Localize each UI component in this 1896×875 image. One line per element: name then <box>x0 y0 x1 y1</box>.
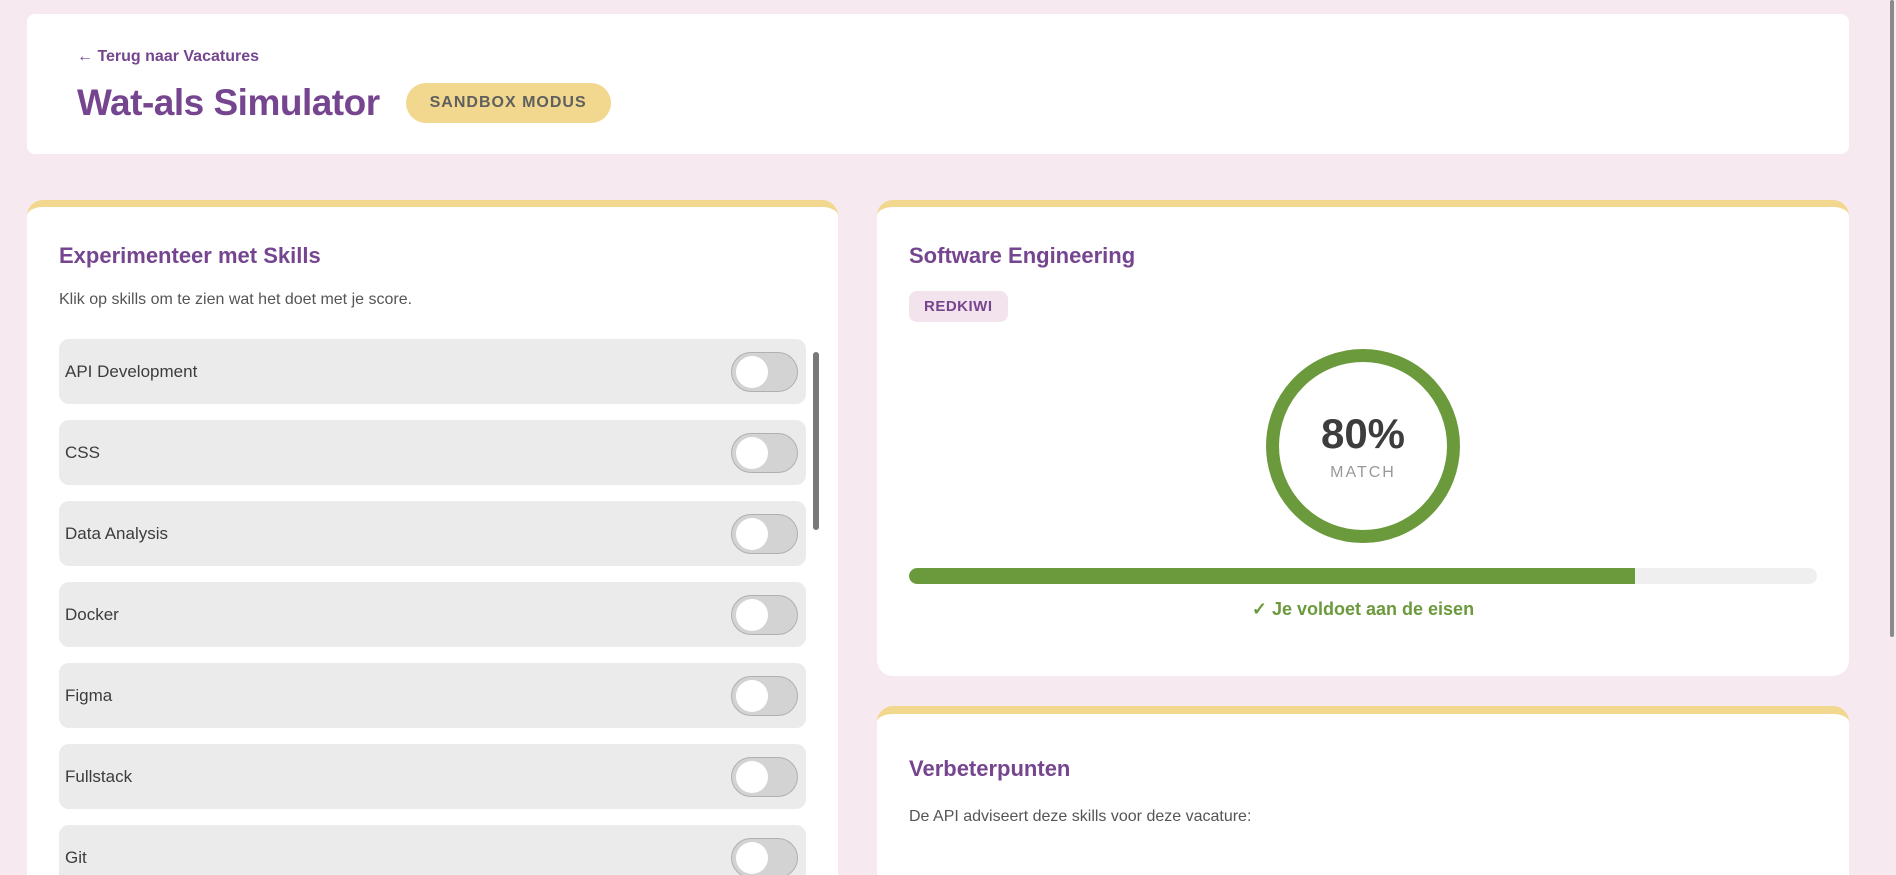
toggle-knob <box>736 355 768 388</box>
right-column: Software Engineering REDKIWI 80% MATCH ✓… <box>877 200 1849 875</box>
improvements-panel: Verbeterpunten De API adviseert deze ski… <box>877 706 1849 875</box>
skill-toggle[interactable] <box>731 432 798 473</box>
skill-name: Figma <box>65 685 113 705</box>
page-scrollbar[interactable] <box>1890 0 1894 637</box>
skill-toggle[interactable] <box>731 675 798 716</box>
skill-name: Docker <box>65 604 119 624</box>
sandbox-mode-badge: SANDBOX MODUS <box>405 83 611 123</box>
skill-list: API Development CSS Data Analysis Docker <box>59 339 819 875</box>
match-gauge: 80% MATCH <box>1266 349 1460 543</box>
content-columns: Experimenteer met Skills Klik op skills … <box>27 200 1849 875</box>
toggle-knob <box>736 598 768 631</box>
match-progress-track <box>909 568 1817 584</box>
skill-name: Fullstack <box>65 766 133 786</box>
toggle-knob <box>736 679 768 712</box>
back-to-vacancies-link[interactable]: ← Terug naar Vacatures <box>77 48 259 66</box>
skill-name: API Development <box>65 361 198 381</box>
skill-list-scrollbar[interactable] <box>813 352 819 530</box>
match-label: MATCH <box>1330 464 1396 481</box>
skill-toggle[interactable] <box>731 756 798 797</box>
toggle-knob <box>736 841 768 874</box>
toggle-knob <box>736 760 768 793</box>
title-row: Wat-als Simulator SANDBOX MODUS <box>77 82 1849 124</box>
skill-name: Data Analysis <box>65 523 168 543</box>
skill-row-css[interactable]: CSS <box>59 420 806 485</box>
skill-toggle[interactable] <box>731 837 798 875</box>
skill-toggle[interactable] <box>731 594 798 635</box>
vacancy-title: Software Engineering <box>909 243 1136 268</box>
header: ← Terug naar Vacatures Wat-als Simulator… <box>27 14 1849 154</box>
skill-row-figma[interactable]: Figma <box>59 663 806 728</box>
page-container: ← Terug naar Vacatures Wat-als Simulator… <box>27 14 1849 875</box>
match-percent: 80% <box>1320 410 1406 457</box>
company-badge: REDKIWI <box>909 291 1008 322</box>
match-progress-fill <box>909 568 1636 584</box>
skill-name: CSS <box>65 442 100 462</box>
match-panel: Software Engineering REDKIWI 80% MATCH ✓… <box>877 200 1849 676</box>
skill-toggle[interactable] <box>731 513 798 554</box>
improvements-description: De API adviseert deze skills voor deze v… <box>909 808 1252 825</box>
skill-row-fullstack[interactable]: Fullstack <box>59 744 806 809</box>
skills-panel-title: Experimenteer met Skills <box>59 243 321 268</box>
toggle-knob <box>736 517 768 550</box>
requirements-status: ✓ Je voldoet aan de eisen <box>1251 599 1475 619</box>
skills-panel-subtitle: Klik op skills om te zien wat het doet m… <box>59 291 413 308</box>
skill-name: Git <box>65 847 87 867</box>
skill-toggle[interactable] <box>731 351 798 392</box>
skill-row-data-analysis[interactable]: Data Analysis <box>59 501 806 566</box>
skill-row-api-development[interactable]: API Development <box>59 339 806 404</box>
skills-panel: Experimenteer met Skills Klik op skills … <box>27 200 838 875</box>
page-title: Wat-als Simulator <box>77 82 380 123</box>
improvements-title: Verbeterpunten <box>909 756 1071 781</box>
toggle-knob <box>736 436 768 469</box>
skill-row-docker[interactable]: Docker <box>59 582 806 647</box>
skill-row-git[interactable]: Git <box>59 825 806 875</box>
